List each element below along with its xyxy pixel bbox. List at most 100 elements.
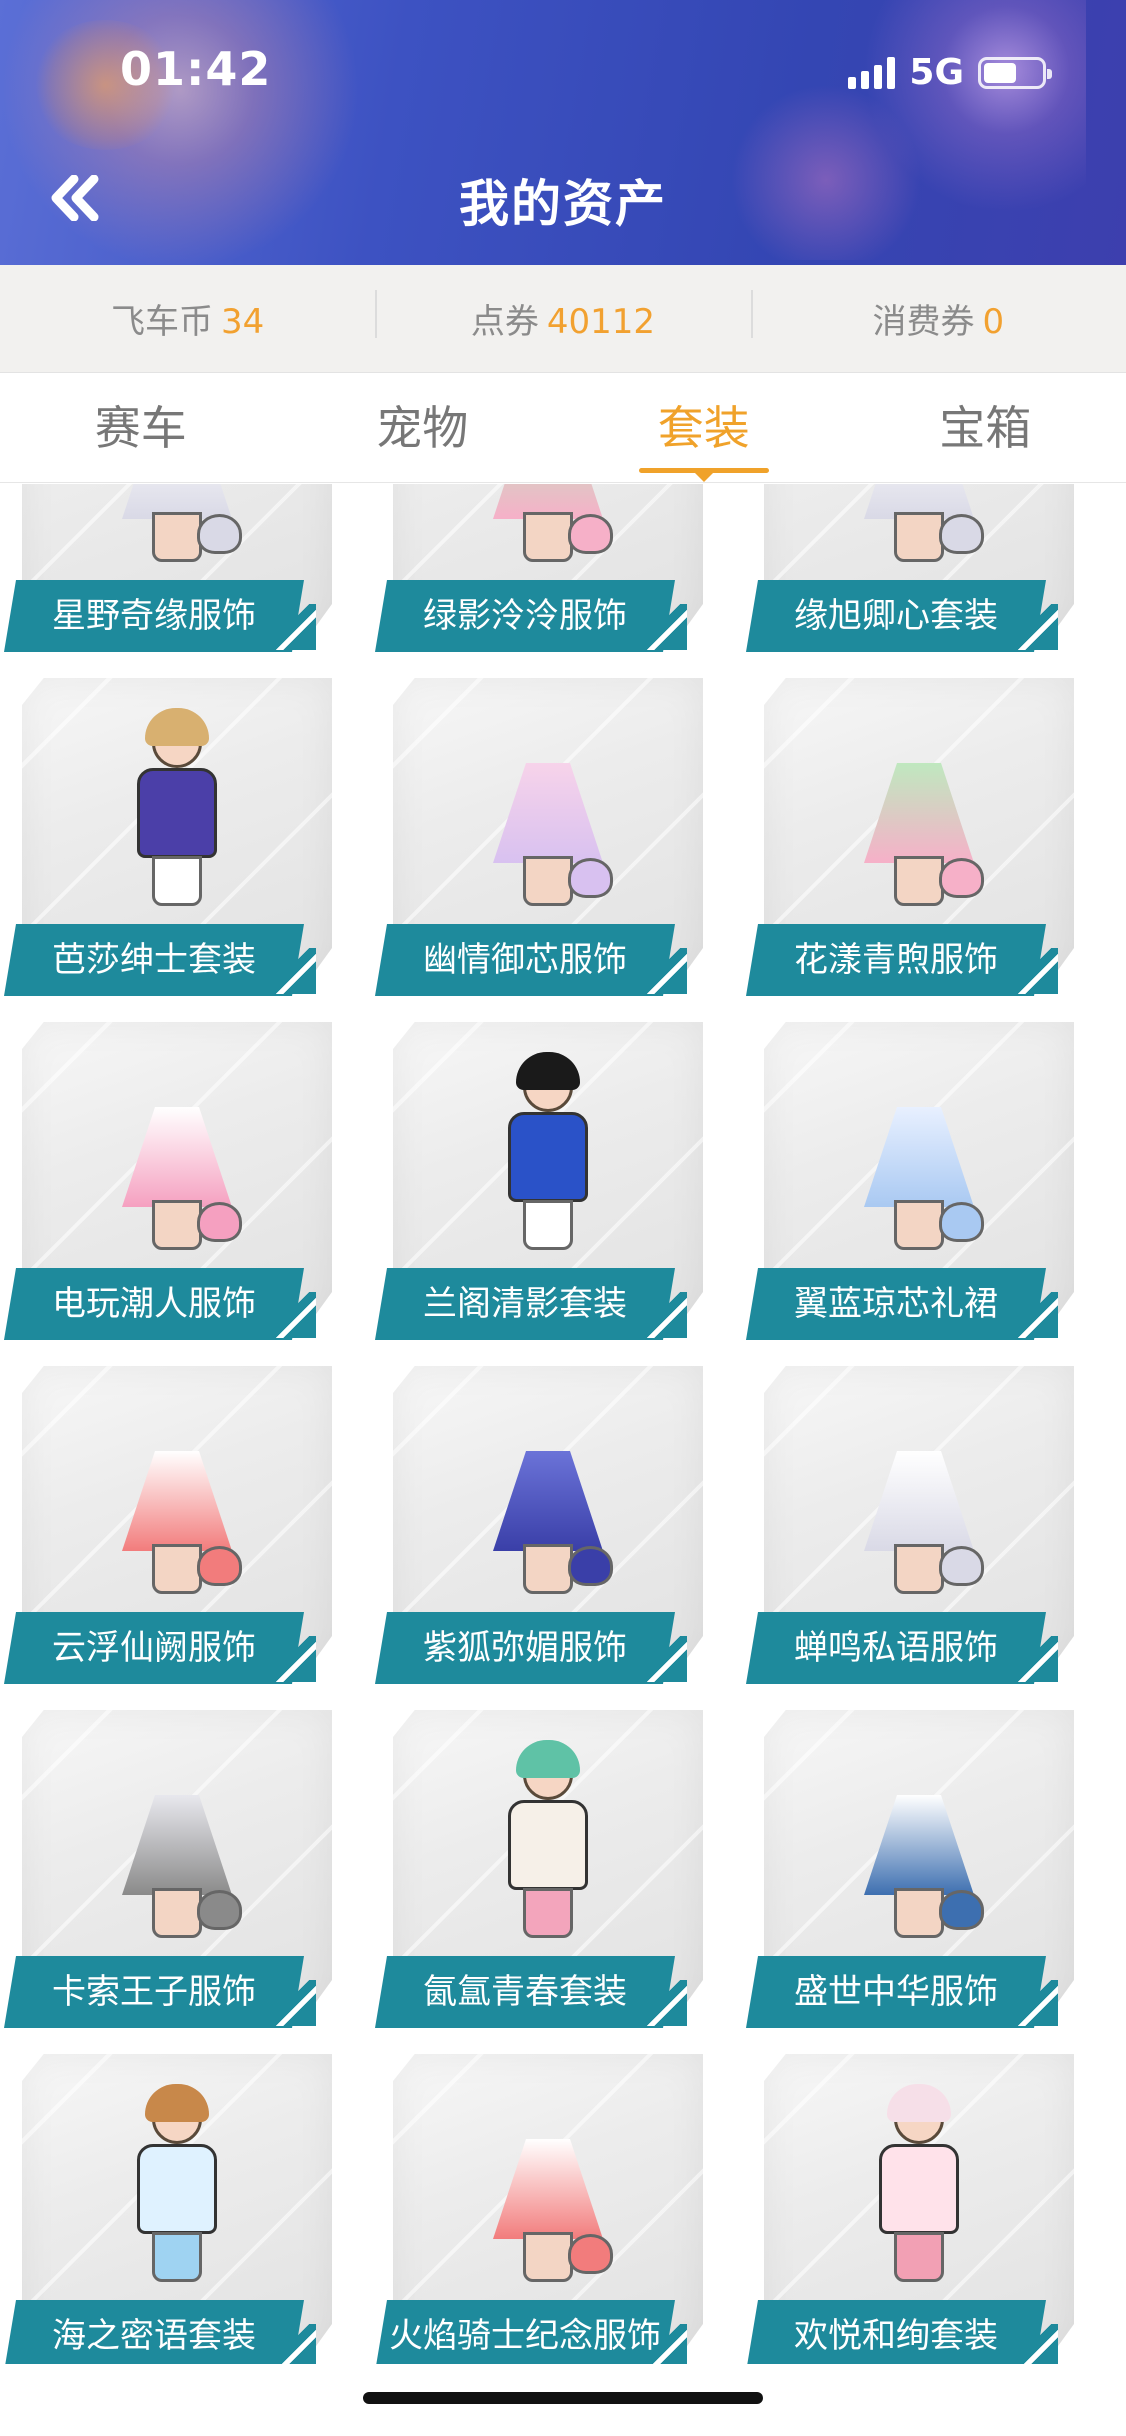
figure-dress bbox=[864, 763, 974, 863]
outfit-name: 幽情御芯服饰 bbox=[375, 924, 675, 996]
outfit-image bbox=[22, 2074, 332, 2294]
outfit-image bbox=[22, 1730, 332, 1950]
outfit-image bbox=[764, 1042, 1074, 1262]
label-corner-decoration bbox=[1008, 604, 1058, 650]
outfit-card[interactable]: 电玩潮人服饰 bbox=[4, 1022, 334, 1340]
balance-label: 点券 bbox=[470, 302, 539, 342]
figure-legs bbox=[523, 856, 573, 906]
outfit-card[interactable]: 花漾青煦服饰 bbox=[746, 678, 1076, 996]
page-title: 我的资产 bbox=[459, 175, 667, 233]
outfit-image bbox=[764, 484, 1074, 574]
outfit-image bbox=[22, 698, 332, 918]
figure-hair bbox=[516, 1740, 580, 1778]
tab-pets[interactable]: 宠物 bbox=[282, 373, 564, 482]
outfit-figure bbox=[97, 1396, 257, 1596]
tab-cars[interactable]: 赛车 bbox=[0, 373, 282, 482]
figure-dress bbox=[493, 763, 603, 863]
signal-icon bbox=[848, 56, 896, 89]
figure-body bbox=[879, 2144, 959, 2234]
outfit-card[interactable]: 欢悦和绚套装 bbox=[746, 2054, 1076, 2364]
outfit-card[interactable]: 幽情御芯服饰 bbox=[375, 678, 705, 996]
label-corner-decoration bbox=[637, 1292, 687, 1338]
outfit-card[interactable]: 绿影泠泠服饰 bbox=[375, 484, 705, 652]
outfit-figure bbox=[468, 2084, 628, 2284]
battery-icon bbox=[978, 56, 1052, 89]
figure-dress bbox=[122, 1795, 232, 1895]
figure-shoes bbox=[197, 514, 242, 554]
label-corner-decoration bbox=[266, 1980, 316, 2026]
balance-value: 40112 bbox=[546, 302, 656, 342]
outfit-card[interactable]: 盛世中华服饰 bbox=[746, 1710, 1076, 2028]
active-tab-indicator bbox=[638, 468, 769, 482]
outfit-grid[interactable]: 星野奇缘服饰 绿影泠泠服饰 缘旭卿心套装芭莎绅士套装 幽情御芯服饰 花漾青煦服饰电玩潮人… bbox=[0, 484, 1126, 2364]
figure-shoes bbox=[568, 858, 613, 898]
figure-legs bbox=[894, 512, 944, 562]
status-icons: 5G bbox=[848, 52, 1052, 93]
figure-hair bbox=[145, 708, 209, 746]
outfit-figure bbox=[839, 1396, 999, 1596]
figure-legs bbox=[152, 512, 202, 562]
tab-chests[interactable]: 宝箱 bbox=[845, 373, 1126, 482]
figure-legs bbox=[523, 1200, 573, 1250]
home-indicator bbox=[363, 2392, 763, 2404]
figure-legs bbox=[152, 1888, 202, 1938]
figure-shoes bbox=[939, 858, 984, 898]
status-time: 01:42 bbox=[120, 42, 272, 96]
outfit-card[interactable]: 芭莎绅士套装 bbox=[4, 678, 334, 996]
outfit-image bbox=[393, 484, 703, 574]
outfit-card[interactable]: 缘旭卿心套装 bbox=[746, 484, 1076, 652]
outfit-name: 云浮仙阙服饰 bbox=[4, 1612, 304, 1684]
outfit-card[interactable]: 火焰骑士纪念服饰 bbox=[375, 2054, 705, 2364]
balance-coins: 飞车币 34 bbox=[0, 294, 375, 343]
label-corner-decoration bbox=[637, 604, 687, 650]
outfit-figure bbox=[97, 1740, 257, 1940]
figure-body bbox=[508, 1112, 588, 1202]
label-corner-decoration bbox=[637, 1980, 687, 2026]
figure-shoes bbox=[939, 1202, 984, 1242]
label-corner-decoration bbox=[1008, 2324, 1058, 2364]
outfit-figure bbox=[97, 1052, 257, 1252]
outfit-figure bbox=[839, 2084, 999, 2284]
figure-hair bbox=[516, 1052, 580, 1090]
outfit-card[interactable]: 兰阁清影套装 bbox=[375, 1022, 705, 1340]
outfit-card[interactable]: 云浮仙阙服饰 bbox=[4, 1366, 334, 1684]
figure-legs bbox=[523, 1544, 573, 1594]
outfit-image bbox=[393, 1386, 703, 1606]
figure-legs bbox=[523, 2232, 573, 2282]
figure-dress bbox=[864, 1795, 974, 1895]
balance-value: 34 bbox=[221, 302, 265, 342]
outfit-name: 兰阁清影套装 bbox=[375, 1268, 675, 1340]
outfit-card[interactable]: 海之密语套装 bbox=[4, 2054, 334, 2364]
figure-hair bbox=[145, 2084, 209, 2122]
outfit-figure bbox=[97, 484, 257, 564]
outfit-name: 欢悦和绚套装 bbox=[746, 2300, 1046, 2364]
outfit-figure bbox=[468, 1396, 628, 1596]
outfit-name: 缘旭卿心套装 bbox=[746, 580, 1046, 652]
tab-outfits[interactable]: 套装 bbox=[563, 373, 845, 482]
outfit-figure bbox=[97, 2084, 257, 2284]
outfit-figure bbox=[468, 484, 628, 564]
outfit-card[interactable]: 氤氲青春套装 bbox=[375, 1710, 705, 2028]
outfit-image bbox=[764, 2074, 1074, 2294]
outfit-figure bbox=[468, 1740, 628, 1940]
figure-dress bbox=[122, 1107, 232, 1207]
outfit-card[interactable]: 翼蓝琼芯礼裙 bbox=[746, 1022, 1076, 1340]
outfit-card[interactable]: 星野奇缘服饰 bbox=[4, 484, 334, 652]
outfit-image bbox=[393, 1730, 703, 1950]
outfit-card[interactable]: 紫狐弥媚服饰 bbox=[375, 1366, 705, 1684]
figure-legs bbox=[152, 856, 202, 906]
figure-shoes bbox=[939, 1890, 984, 1930]
outfit-image bbox=[764, 1730, 1074, 1950]
outfit-card[interactable]: 蝉鸣私语服饰 bbox=[746, 1366, 1076, 1684]
outfit-card[interactable]: 卡索王子服饰 bbox=[4, 1710, 334, 2028]
figure-legs bbox=[894, 1200, 944, 1250]
figure-legs bbox=[523, 512, 573, 562]
outfit-name: 花漾青煦服饰 bbox=[746, 924, 1046, 996]
figure-legs bbox=[523, 1888, 573, 1938]
outfit-figure bbox=[839, 708, 999, 908]
network-type: 5G bbox=[909, 52, 964, 93]
label-corner-decoration bbox=[266, 604, 316, 650]
outfit-image bbox=[393, 2074, 703, 2294]
figure-body bbox=[137, 2144, 217, 2234]
outfit-name: 翼蓝琼芯礼裙 bbox=[746, 1268, 1046, 1340]
